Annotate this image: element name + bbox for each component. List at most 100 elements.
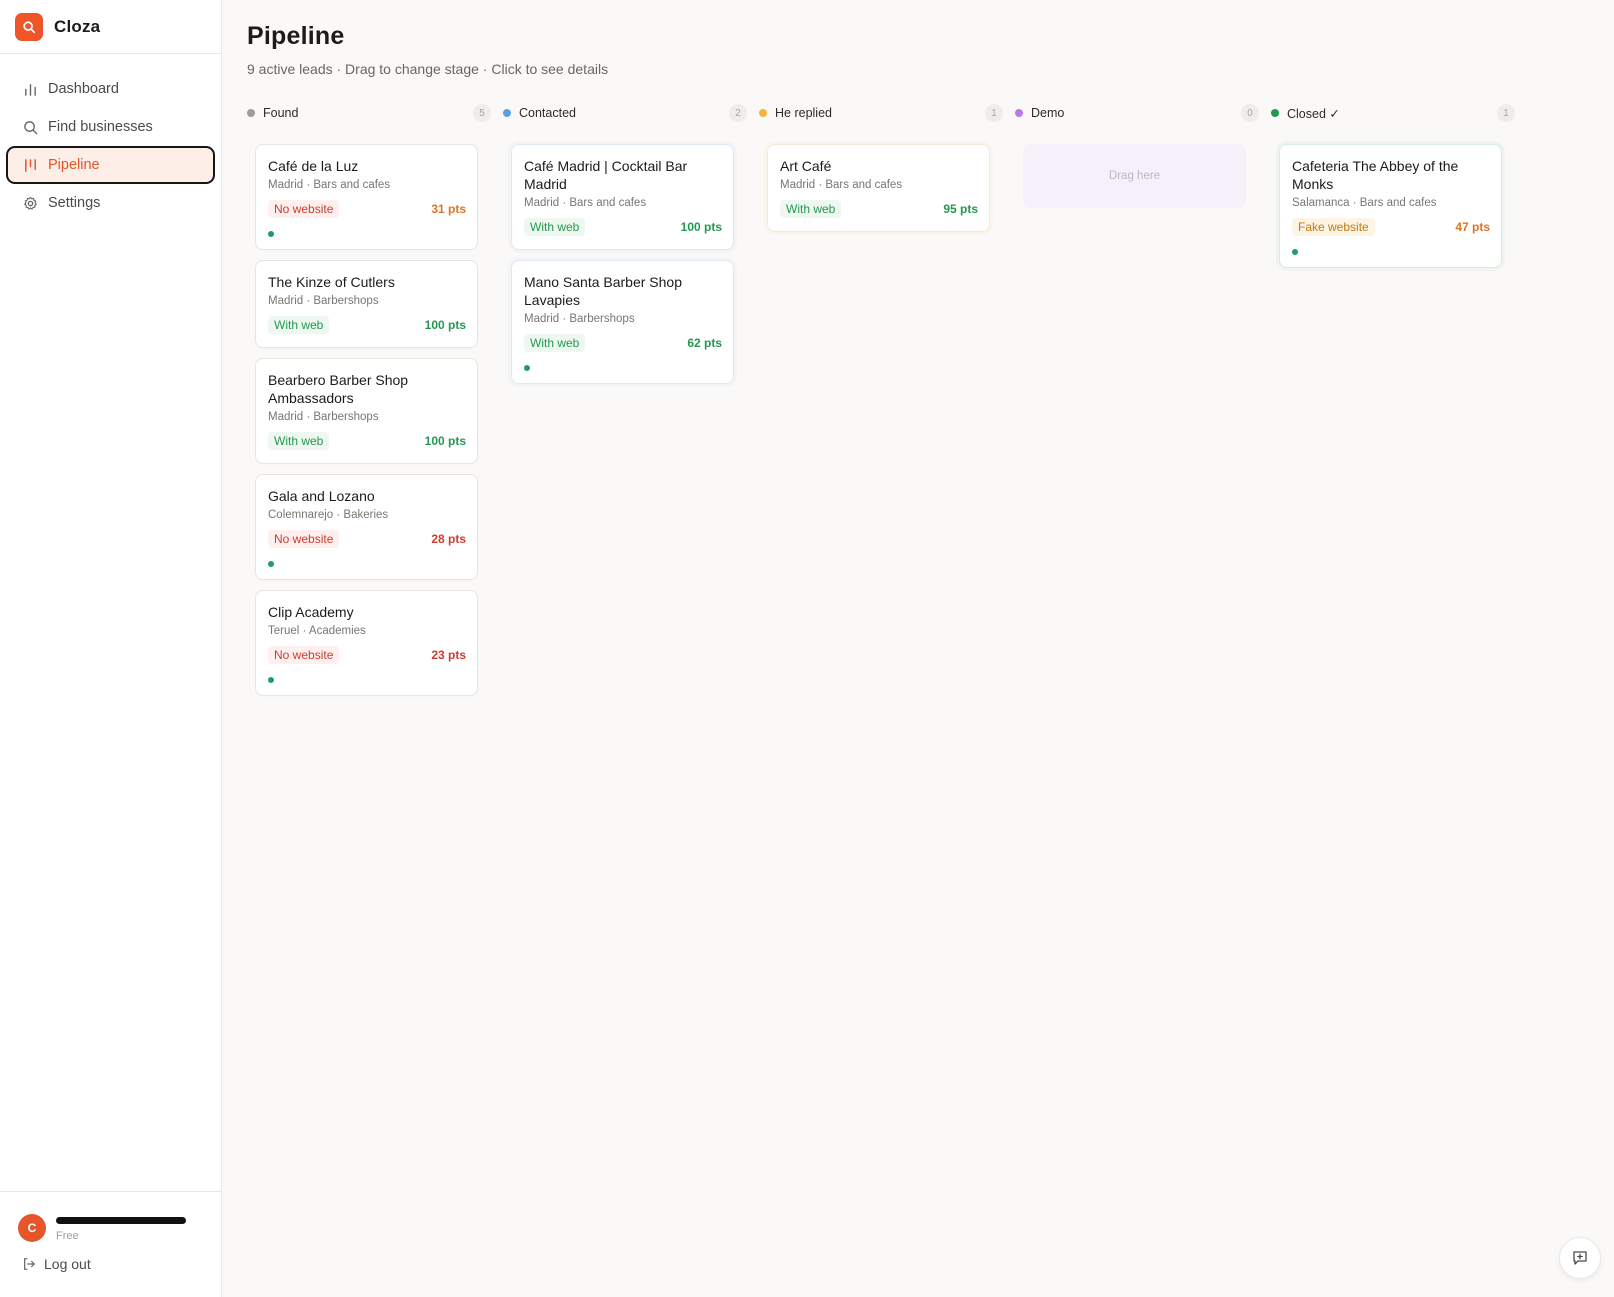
activity-dot bbox=[268, 561, 274, 567]
column-count-badge: 2 bbox=[729, 104, 747, 122]
avatar: C bbox=[18, 1214, 46, 1242]
stage-dot bbox=[503, 109, 511, 117]
lead-name: Café de la Luz bbox=[268, 158, 359, 174]
lead-location-category: Madrid · Barbershops bbox=[524, 313, 635, 325]
column-dropzone[interactable]: Café Madrid | Cocktail Bar Madrid Madrid … bbox=[503, 126, 747, 384]
column-replied: He replied 1 Art Café Madrid · Bars and caf… bbox=[759, 100, 1003, 706]
lead-location-category: Salamanca · Bars and cafes bbox=[1292, 197, 1437, 209]
message-plus-icon bbox=[1571, 1249, 1589, 1267]
logout-label: Log out bbox=[44, 1256, 91, 1272]
column-count-badge: 1 bbox=[1497, 104, 1515, 122]
sidebar-item-dashboard[interactable]: Dashboard bbox=[6, 70, 215, 108]
lead-stats-row: With web 100 pts bbox=[524, 217, 722, 237]
lead-score: 100 pts bbox=[680, 220, 722, 234]
logout-button[interactable]: Log out bbox=[0, 1242, 221, 1272]
sidebar-item-label: Pipeline bbox=[48, 157, 100, 173]
stage-dot bbox=[759, 109, 767, 117]
stage-dot bbox=[1015, 109, 1023, 117]
logout-icon bbox=[22, 1257, 36, 1271]
lead-stats-row: No website 23 pts bbox=[268, 645, 466, 665]
lead-name: Café Madrid | Cocktail Bar Madrid bbox=[524, 158, 688, 192]
website-status-badge: No website bbox=[268, 646, 340, 664]
column-dropzone[interactable]: Café de la Luz Madrid · Bars and cafes No … bbox=[247, 126, 491, 696]
user-info: Free bbox=[56, 1215, 186, 1242]
gear-icon bbox=[22, 195, 38, 211]
sidebar-item-label: Settings bbox=[48, 195, 101, 211]
sidebar-footer: C Free Log out bbox=[0, 1191, 221, 1297]
lead-location-category: Madrid · Barbershops bbox=[268, 411, 379, 423]
sidebar: Cloza Dashboard Find businesses Pipeline… bbox=[0, 0, 222, 1297]
stage-dot bbox=[247, 109, 255, 117]
lead-location-category: Teruel · Academies bbox=[268, 625, 366, 637]
website-status-badge: With web bbox=[524, 218, 586, 236]
lead-card[interactable]: Mano Santa Barber Shop Lavapies Madrid · … bbox=[511, 260, 734, 384]
lead-name: Gala and Lozano bbox=[268, 488, 375, 504]
user-plan: Free bbox=[56, 1229, 79, 1242]
website-status-badge: With web bbox=[268, 432, 330, 450]
brand: Cloza bbox=[0, 0, 221, 54]
lead-card[interactable]: Art Café Madrid · Bars and cafes With web 9… bbox=[767, 144, 990, 232]
activity-dot bbox=[268, 231, 274, 237]
sidebar-item-label: Dashboard bbox=[48, 81, 119, 97]
website-status-badge: Fake website bbox=[1292, 218, 1375, 236]
search-icon[interactable] bbox=[15, 12, 43, 41]
activity-dot bbox=[1292, 249, 1298, 255]
lead-card[interactable]: Clip Academy Teruel · Academies No website… bbox=[255, 590, 478, 696]
sidebar-item-pipeline[interactable]: Pipeline bbox=[6, 146, 215, 184]
bar-chart-icon bbox=[22, 81, 38, 97]
lead-card[interactable]: The Kinze of Cutlers Madrid · Barbershops… bbox=[255, 260, 478, 348]
lead-location-category: Madrid · Bars and cafes bbox=[268, 179, 391, 191]
lead-name: Cafeteria The Abbey of the Monks bbox=[1292, 158, 1459, 192]
column-title: He replied bbox=[775, 106, 832, 120]
column-contacted: Contacted 2 Café Madrid | Cocktail Bar Mad… bbox=[503, 100, 747, 706]
lead-stats-row: No website 31 pts bbox=[268, 199, 466, 219]
lead-score: 28 pts bbox=[431, 532, 466, 546]
lead-stats-row: With web 100 pts bbox=[268, 431, 466, 451]
column-header: Found 5 bbox=[247, 100, 491, 126]
column-title: Contacted bbox=[519, 106, 576, 120]
website-status-badge: With web bbox=[268, 316, 330, 334]
sidebar-item-settings[interactable]: Settings bbox=[6, 184, 215, 222]
lead-name: Clip Academy bbox=[268, 604, 354, 620]
lead-stats-row: With web 95 pts bbox=[780, 199, 978, 219]
sidebar-nav: Dashboard Find businesses Pipeline Setti… bbox=[0, 54, 221, 222]
website-status-badge: With web bbox=[780, 200, 842, 218]
pipeline-board: Found 5 Café de la Luz Madrid · Bars and ca… bbox=[247, 100, 1527, 706]
lead-card[interactable]: Cafeteria The Abbey of the Monks Salamanc… bbox=[1279, 144, 1502, 268]
website-status-badge: No website bbox=[268, 200, 340, 218]
stage-dot bbox=[1271, 109, 1279, 117]
lead-name: Mano Santa Barber Shop Lavapies bbox=[524, 274, 682, 308]
column-found: Found 5 Café de la Luz Madrid · Bars and ca… bbox=[247, 100, 491, 706]
lead-score: 47 pts bbox=[1455, 220, 1490, 234]
lead-name: Bearbero Barber Shop Ambassadors bbox=[268, 372, 409, 406]
lead-location-category: Madrid · Bars and cafes bbox=[780, 179, 903, 191]
empty-dropzone[interactable]: Drag here bbox=[1023, 144, 1246, 208]
column-header: Contacted 2 bbox=[503, 100, 747, 126]
column-header: Closed ✓ 1 bbox=[1271, 100, 1515, 126]
user-profile[interactable]: C Free bbox=[0, 1192, 221, 1242]
lead-name: The Kinze of Cutlers bbox=[268, 274, 395, 290]
column-demo: Demo 0 Drag here bbox=[1015, 100, 1259, 706]
activity-dot bbox=[524, 365, 530, 371]
column-dropzone[interactable]: Art Café Madrid · Bars and cafes With web 9… bbox=[759, 126, 1003, 232]
activity-dot bbox=[268, 677, 274, 683]
column-count-badge: 0 bbox=[1241, 104, 1259, 122]
lead-score: 23 pts bbox=[431, 648, 466, 662]
lead-card[interactable]: Café de la Luz Madrid · Bars and cafes No … bbox=[255, 144, 478, 250]
column-dropzone[interactable]: Cafeteria The Abbey of the Monks Salamanc… bbox=[1271, 126, 1515, 268]
feedback-button[interactable] bbox=[1559, 1237, 1601, 1279]
user-name-redacted bbox=[56, 1216, 186, 1224]
lead-location-category: Colemnarejo · Bakeries bbox=[268, 509, 389, 521]
lead-score: 100 pts bbox=[424, 434, 466, 448]
lead-name: Art Café bbox=[780, 158, 832, 174]
sidebar-item-find-businesses[interactable]: Find businesses bbox=[6, 108, 215, 146]
search-icon bbox=[22, 119, 38, 135]
column-dropzone[interactable]: Drag here bbox=[1015, 126, 1259, 208]
lead-card[interactable]: Bearbero Barber Shop Ambassadors Madrid ·… bbox=[255, 358, 478, 464]
column-closed: Closed ✓ 1 Cafeteria The Abbey of the Monk… bbox=[1271, 100, 1515, 706]
app-name: Cloza bbox=[54, 16, 101, 36]
kanban-icon bbox=[22, 157, 38, 173]
column-header: Demo 0 bbox=[1015, 100, 1259, 126]
lead-card[interactable]: Gala and Lozano Colemnarejo · Bakeries No … bbox=[255, 474, 478, 580]
lead-card[interactable]: Café Madrid | Cocktail Bar Madrid Madrid … bbox=[511, 144, 734, 250]
